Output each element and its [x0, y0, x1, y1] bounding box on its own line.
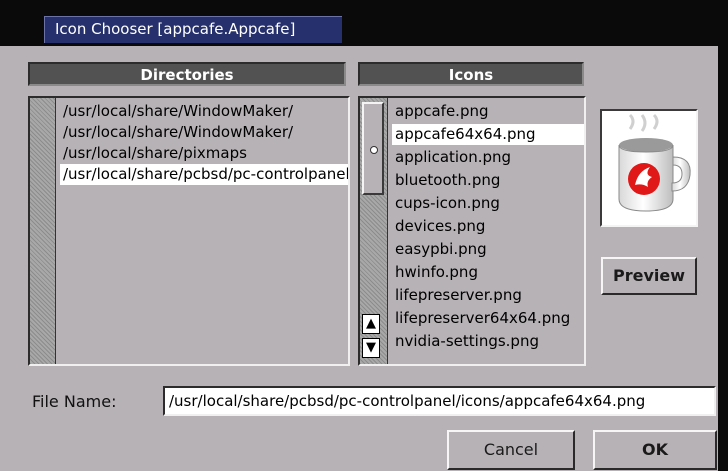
directory-item-selected[interactable]: /usr/local/share/pcbsd/pc-controlpanel/i…	[60, 164, 348, 185]
icon-file-item[interactable]: nvidia-settings.png	[392, 331, 584, 352]
icon-file-item[interactable]: devices.png	[392, 216, 584, 237]
icon-file-item[interactable]: cups-icon.png	[392, 193, 584, 214]
scroll-down-button[interactable]: ▼	[362, 338, 380, 358]
directories-scrollbar[interactable]	[30, 98, 56, 364]
triangle-up-icon: ▲	[366, 316, 376, 331]
icon-file-item[interactable]: appcafe.png	[392, 101, 584, 122]
icon-file-item[interactable]: easypbi.png	[392, 239, 584, 260]
icon-preview	[600, 109, 698, 227]
triangle-down-icon: ▼	[366, 340, 376, 355]
directories-header: Directories	[28, 62, 346, 86]
icon-file-item[interactable]: lifepreserver64x64.png	[392, 308, 584, 329]
directory-item[interactable]: /usr/local/share/WindowMaker/	[60, 101, 348, 122]
file-name-label: File Name:	[32, 392, 117, 411]
icons-scrollbar[interactable]: ▲ ▼	[360, 98, 388, 364]
window-title-box: Icon Chooser [appcafe.Appcafe]	[44, 16, 342, 43]
preview-button[interactable]: Preview	[601, 257, 697, 295]
window-titlebar[interactable]: Icon Chooser [appcafe.Appcafe]	[0, 0, 728, 46]
window-border	[718, 46, 728, 471]
icon-file-item[interactable]: lifepreserver.png	[392, 285, 584, 306]
cancel-button[interactable]: Cancel	[447, 430, 575, 470]
appcafe-mug-icon	[618, 113, 691, 212]
icons-list[interactable]: ▲ ▼ appcafe.png appcafe64x64.png applica…	[358, 96, 586, 366]
icons-header: Icons	[358, 62, 584, 86]
icon-file-item-selected[interactable]: appcafe64x64.png	[392, 124, 584, 145]
thumb-grip-icon	[370, 146, 378, 154]
directory-item[interactable]: /usr/local/share/pixmaps	[60, 143, 348, 164]
file-name-input[interactable]: /usr/local/share/pcbsd/pc-controlpanel/i…	[163, 386, 716, 416]
icons-scrollbar-thumb[interactable]	[362, 102, 384, 195]
directories-list[interactable]: /usr/local/share/WindowMaker/ /usr/local…	[28, 96, 350, 366]
icon-file-item[interactable]: application.png	[392, 147, 584, 168]
icon-file-item[interactable]: hwinfo.png	[392, 262, 584, 283]
directory-item[interactable]: /usr/local/share/WindowMaker/	[60, 122, 348, 143]
ok-button[interactable]: OK	[593, 430, 717, 470]
window-title: Icon Chooser [appcafe.Appcafe]	[55, 20, 296, 38]
scroll-up-button[interactable]: ▲	[362, 314, 380, 334]
icon-file-item[interactable]: bluetooth.png	[392, 170, 584, 191]
